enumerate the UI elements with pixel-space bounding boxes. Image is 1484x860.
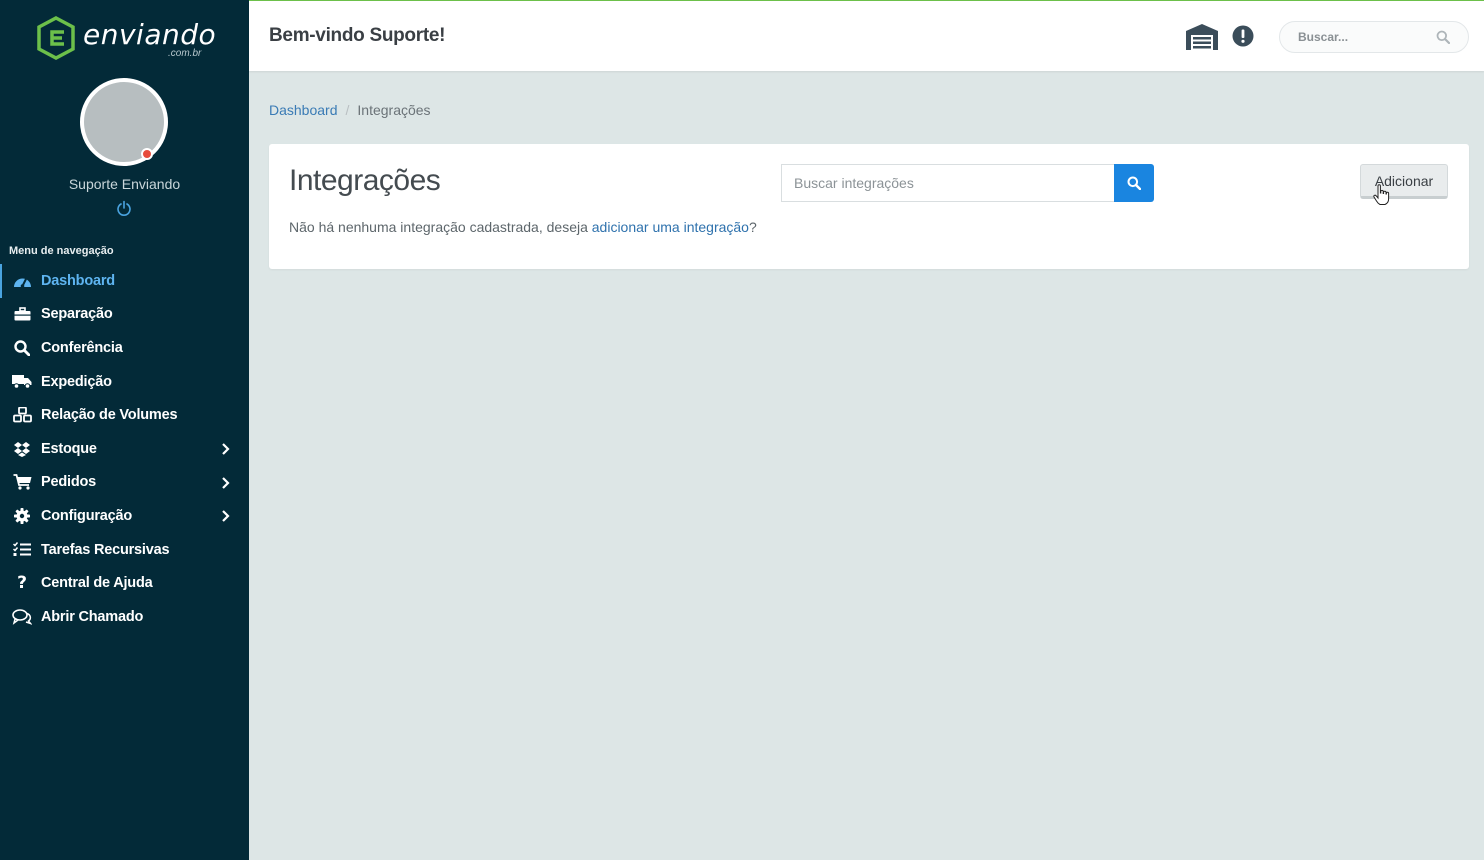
sidebar-item-separacao[interactable]: Separação: [0, 298, 249, 332]
page-greeting: Bem-vindo Suporte!: [269, 25, 446, 46]
header-search[interactable]: [1279, 21, 1469, 53]
sidebar-item-label: Conferência: [41, 339, 123, 356]
sidebar-item-dashboard[interactable]: Dashboard: [0, 264, 249, 298]
chevron-right-icon: [222, 443, 230, 455]
breadcrumb-dashboard-link[interactable]: Dashboard: [269, 102, 338, 118]
alert-icon[interactable]: [1232, 25, 1254, 47]
question-icon: ?: [17, 573, 27, 594]
sidebar-item-label: Dashboard: [41, 272, 115, 289]
sidebar-item-label: Relação de Volumes: [41, 407, 178, 424]
chevron-right-icon: [222, 510, 230, 522]
tasks-icon: [12, 540, 32, 560]
truck-icon: [12, 372, 32, 392]
sidebar-item-label: Separação: [41, 306, 113, 323]
sidebar-item-label: Pedidos: [41, 474, 96, 491]
sidebar-item-label: Central de Ajuda: [41, 575, 153, 592]
integrations-card: Integrações Adicionar Não há nenhuma int…: [269, 144, 1469, 269]
sidebar-item-label: Estoque: [41, 440, 97, 457]
breadcrumb-current: Integrações: [357, 102, 431, 118]
avatar[interactable]: [80, 78, 168, 166]
tachometer-icon: [12, 271, 32, 291]
breadcrumb-separator: /: [345, 102, 350, 118]
sidebar-item-label: Expedição: [41, 373, 112, 390]
integrations-search-input[interactable]: [781, 164, 1115, 202]
warehouse-icon[interactable]: [1185, 23, 1219, 51]
sidebar-item-central-ajuda[interactable]: ? Central de Ajuda: [0, 566, 249, 600]
comments-icon: [12, 607, 32, 627]
integrations-search-button[interactable]: [1114, 164, 1154, 202]
hand-cursor-icon: [1373, 184, 1390, 205]
status-indicator: [141, 148, 153, 160]
sidebar-item-estoque[interactable]: Estoque: [0, 432, 249, 466]
empty-state-text: Não há nenhuma integração cadastrada, de…: [289, 219, 592, 235]
search-icon: [12, 338, 32, 358]
sidebar-item-tarefas-recursivas[interactable]: Tarefas Recursivas: [0, 533, 249, 567]
briefcase-icon: [12, 304, 32, 324]
search-icon[interactable]: [1436, 30, 1450, 44]
user-name: Suporte Enviando: [68, 176, 181, 192]
search-icon: [1127, 176, 1141, 190]
brand-name: enviando: [83, 18, 217, 51]
page-title: Integrações: [289, 164, 441, 197]
enviando-logo-icon: [37, 16, 75, 60]
sidebar: enviando .com.br Suporte Enviando Menu d…: [0, 0, 249, 860]
sidebar-item-label: Tarefas Recursivas: [41, 541, 170, 558]
dropbox-icon: [12, 439, 32, 459]
power-icon[interactable]: [116, 200, 132, 216]
sidebar-item-conferencia[interactable]: Conferência: [0, 331, 249, 365]
brand-logo[interactable]: enviando .com.br: [36, 16, 216, 62]
empty-state-suffix: ?: [748, 219, 757, 235]
sidebar-item-configuracao[interactable]: Configuração: [0, 499, 249, 533]
sidebar-item-relacao-volumes[interactable]: Relação de Volumes: [0, 398, 249, 432]
sidebar-item-pedidos[interactable]: Pedidos: [0, 466, 249, 500]
sidebar-item-label: Configuração: [41, 507, 133, 524]
gear-icon: [12, 506, 32, 526]
brand-suffix: .com.br: [168, 48, 202, 59]
sidebar-item-abrir-chamado[interactable]: Abrir Chamado: [0, 600, 249, 634]
sidebar-item-label: Abrir Chamado: [41, 608, 144, 625]
breadcrumb: Dashboard / Integrações: [269, 102, 431, 118]
header-search-input[interactable]: [1298, 30, 1438, 44]
nav-heading: Menu de navegação: [9, 245, 114, 257]
top-header: Bem-vindo Suporte!: [249, 0, 1484, 71]
sidebar-item-expedicao[interactable]: Expedição: [0, 365, 249, 399]
nav-menu: Dashboard Separação Conferência Expediçã…: [0, 264, 249, 634]
integrations-search: [781, 164, 1154, 202]
empty-state-message: Não há nenhuma integração cadastrada, de…: [289, 219, 757, 235]
add-integration-link[interactable]: adicionar uma integração: [592, 219, 749, 235]
chevron-right-icon: [222, 476, 230, 489]
cubes-icon: [12, 405, 32, 425]
cart-icon: [12, 472, 32, 492]
